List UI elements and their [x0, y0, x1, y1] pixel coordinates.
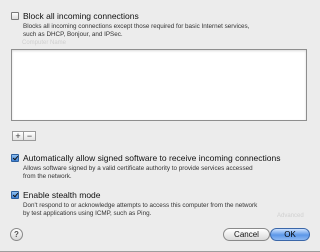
- ok-button[interactable]: OK: [270, 228, 310, 241]
- block-all-description-line2: such as DHCP, Bonjour, and IPSec.: [23, 31, 123, 38]
- signed-software-description-line2: from the network.: [23, 173, 72, 180]
- help-button[interactable]: ?: [10, 228, 23, 241]
- stealth-mode-description-line2: by test applications using ICMP, such as…: [23, 210, 152, 217]
- cancel-button[interactable]: Cancel: [223, 228, 270, 241]
- stealth-mode-description-line1: Don't respond to or acknowledge attempts…: [23, 202, 258, 209]
- block-all-label: Block all incoming connections: [23, 11, 139, 21]
- firewall-advanced-sheet: Block all incoming connections Blocks al…: [0, 0, 320, 252]
- background-advanced-label: Advanced: [277, 213, 304, 219]
- add-button[interactable]: +: [12, 131, 24, 141]
- signed-software-checkbox[interactable]: [11, 154, 19, 162]
- list-edit-buttons: + −: [12, 131, 36, 141]
- signed-software-description-line1: Allows software signed by a valid certif…: [23, 165, 253, 172]
- signed-software-description: Allows software signed by a valid certif…: [23, 165, 253, 181]
- application-list[interactable]: [11, 49, 307, 121]
- block-all-description: Blocks all incoming connections except t…: [23, 23, 249, 39]
- signed-software-row[interactable]: Automatically allow signed software to r…: [11, 153, 281, 163]
- remove-button[interactable]: −: [24, 131, 36, 141]
- signed-software-label: Automatically allow signed software to r…: [23, 153, 281, 163]
- stealth-mode-description: Don't respond to or acknowledge attempts…: [23, 202, 257, 218]
- block-all-description-line1: Blocks all incoming connections except t…: [23, 23, 250, 30]
- stealth-mode-label: Enable stealth mode: [23, 190, 101, 200]
- stealth-mode-row[interactable]: Enable stealth mode: [11, 190, 101, 200]
- stealth-mode-checkbox[interactable]: [11, 191, 19, 199]
- block-all-checkbox[interactable]: [11, 12, 19, 20]
- block-all-row[interactable]: Block all incoming connections: [11, 11, 139, 21]
- list-header-ghost: Computer Name: [22, 40, 67, 46]
